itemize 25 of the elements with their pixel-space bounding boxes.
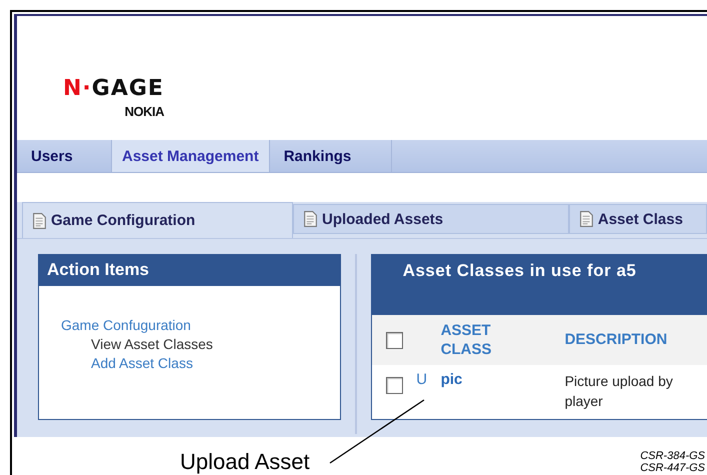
table-cell-text: Picture upload by player: [564, 372, 674, 412]
sub-tab[interactable]: Game Configuration: [22, 202, 293, 238]
checkbox[interactable]: [386, 332, 403, 348]
nav-tab[interactable]: Rankings: [270, 140, 392, 172]
document-icon: [33, 212, 46, 228]
action-link[interactable]: Add Asset Class: [91, 355, 193, 371]
upload-link[interactable]: U: [416, 371, 428, 388]
action-link[interactable]: Game Confuguration: [61, 317, 191, 333]
current-page-label: View Asset Classes: [91, 336, 213, 352]
nav-tab[interactable]: Asset Management: [112, 140, 270, 172]
column-header: DESCRIPTION: [564, 330, 668, 350]
figure-code: CSR-447-GS: [640, 462, 705, 474]
panel-title: Asset Classes in use for a5: [372, 255, 707, 315]
sub-tab[interactable]: Uploaded Assets: [292, 204, 569, 234]
document-icon: [580, 211, 593, 227]
callout-label: Upload Asset: [180, 450, 310, 474]
nokia-logo: NOKIA: [124, 104, 164, 119]
sub-tab[interactable]: Asset Class: [568, 204, 707, 234]
panel-title: Action Items: [39, 255, 340, 286]
checkbox[interactable]: [386, 377, 403, 394]
document-icon: [304, 211, 317, 227]
n-gage-logo: N·GAGE: [63, 78, 164, 100]
column-header: ASSET CLASS: [440, 320, 493, 360]
figure-code: CSR-384-GS: [640, 450, 705, 462]
asset-class-link[interactable]: pic: [440, 371, 462, 388]
